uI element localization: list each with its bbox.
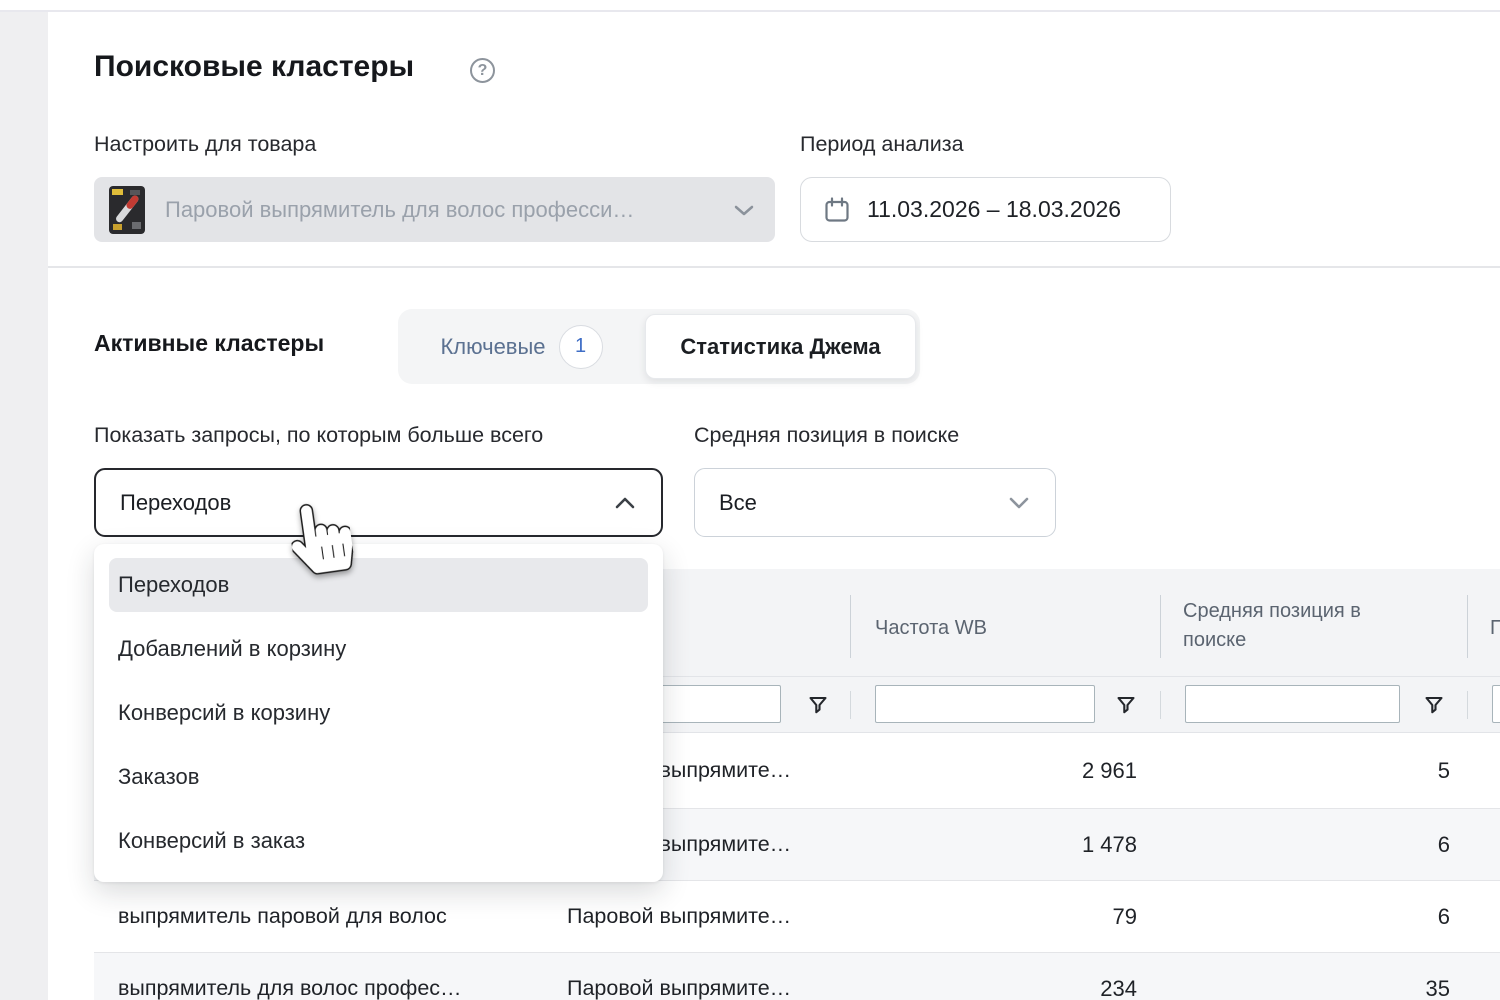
- period-label: Период анализа: [800, 132, 964, 157]
- active-clusters-heading: Активные кластеры: [94, 330, 324, 357]
- cell-product: Паровой выпрямите…: [567, 953, 839, 1000]
- dropdown-option-2[interactable]: Конверсий в корзину: [109, 686, 648, 740]
- dropdown-option-3[interactable]: Заказов: [109, 750, 648, 804]
- cell-pos: 6: [1160, 881, 1450, 952]
- help-question-icon[interactable]: ?: [470, 58, 495, 83]
- tab-keywords-label: Ключевые: [440, 334, 545, 360]
- help-glyph: ?: [478, 62, 488, 80]
- dropdown-option-4[interactable]: Конверсий в заказ: [109, 814, 648, 868]
- section-divider: [48, 266, 1500, 268]
- period-picker-button[interactable]: 11.03.2026 – 18.03.2026: [800, 177, 1171, 242]
- product-select[interactable]: Паровой выпрямитель для волос професси…: [94, 177, 775, 242]
- chevron-down-icon: [733, 203, 755, 217]
- table-row-2: выпрямитель паровой для волос Паровой вып…: [94, 880, 1500, 952]
- dropdown-option-1[interactable]: Добавлений в корзину: [109, 622, 648, 676]
- product-selector-label: Настроить для товара: [94, 132, 316, 157]
- metric-select-value: Переходов: [120, 490, 613, 516]
- top-divider: [0, 10, 1500, 12]
- metric-select[interactable]: Переходов: [94, 468, 663, 537]
- left-gutter: [0, 12, 48, 1000]
- clusters-tab-group: Ключевые 1 Статистика Джема: [398, 309, 920, 384]
- cell-freq: 234: [850, 953, 1137, 1000]
- filter-input-col5[interactable]: [1492, 685, 1500, 723]
- cell-pos: 6: [1160, 809, 1450, 880]
- table-row-3: выпрямитель для волос профес… Паровой вып…: [94, 952, 1500, 1000]
- search-clusters-page: Поисковые кластеры ? Настроить для товар…: [0, 0, 1500, 1000]
- metric-dropdown-menu: Переходов Добавлений в корзину Конверсий в…: [94, 544, 663, 882]
- column-header-frequency-wb: Частота WB: [875, 614, 987, 643]
- calendar-icon: [823, 196, 851, 224]
- column-header-truncated: П: [1490, 614, 1500, 643]
- position-select-label: Средняя позиция в поиске: [694, 423, 959, 448]
- cell-query: выпрямитель паровой для волос: [118, 881, 548, 952]
- tab-jam-statistics[interactable]: Статистика Джема: [645, 314, 916, 379]
- position-select-value: Все: [719, 490, 1007, 516]
- page-title: Поисковые кластеры: [94, 50, 414, 84]
- cell-product: Паровой выпрямите…: [567, 881, 839, 952]
- period-value: 11.03.2026 – 18.03.2026: [867, 196, 1121, 223]
- cell-freq: 1 478: [850, 809, 1137, 880]
- dropdown-option-0[interactable]: Переходов: [109, 558, 648, 612]
- cell-query: выпрямитель для волос профес…: [118, 953, 548, 1000]
- metric-select-label: Показать запросы, по которым больше всег…: [94, 423, 543, 448]
- tab-jam-statistics-label: Статистика Джема: [680, 334, 880, 360]
- filter-input-frequency[interactable]: [875, 685, 1095, 723]
- filter-input-position[interactable]: [1185, 685, 1400, 723]
- cell-pos: 5: [1160, 733, 1450, 808]
- chevron-down-icon: [1007, 496, 1031, 510]
- tab-keywords[interactable]: Ключевые 1: [398, 309, 645, 384]
- cell-freq: 79: [850, 881, 1137, 952]
- column-header-avg-position: Средняя позиция в поиске: [1183, 597, 1395, 655]
- cell-pos: 35: [1160, 953, 1450, 1000]
- tab-keywords-count-badge: 1: [559, 325, 603, 369]
- product-thumbnail: [109, 186, 145, 234]
- position-select[interactable]: Все: [694, 468, 1056, 537]
- chevron-up-icon: [613, 496, 637, 510]
- funnel-icon[interactable]: [804, 691, 832, 719]
- cell-freq: 2 961: [850, 733, 1137, 808]
- funnel-icon[interactable]: [1420, 691, 1448, 719]
- funnel-icon[interactable]: [1112, 691, 1140, 719]
- product-select-value: Паровой выпрямитель для волос професси…: [165, 197, 733, 223]
